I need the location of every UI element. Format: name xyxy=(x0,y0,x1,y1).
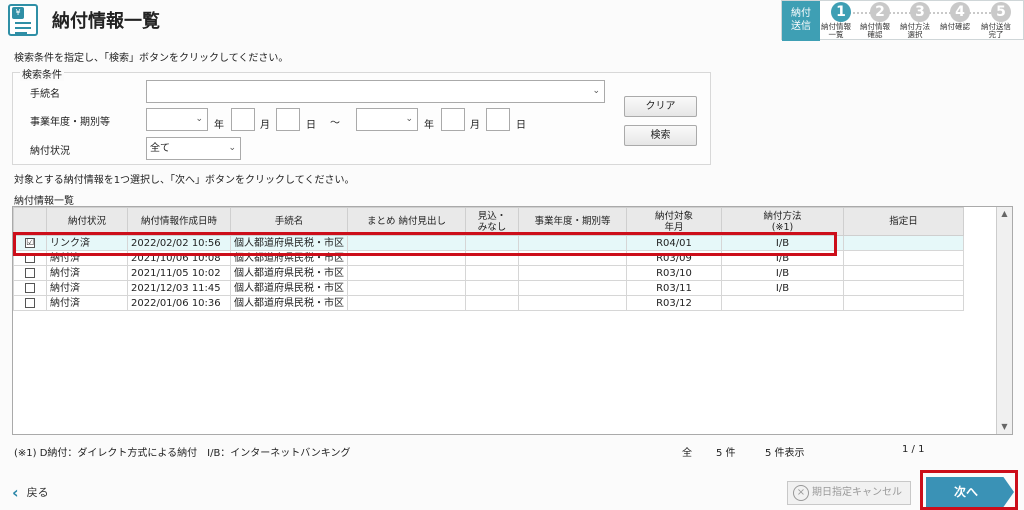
scroll-up-icon[interactable]: ▲ xyxy=(997,207,1012,221)
vertical-scrollbar[interactable]: ▲ ▼ xyxy=(996,207,1012,434)
start-year-input[interactable] xyxy=(231,108,255,131)
step-1: 1 納付情報 一覧 xyxy=(821,2,851,39)
chevron-down-icon: ⌄ xyxy=(405,114,413,124)
col-created[interactable]: 納付情報作成日時 xyxy=(127,207,231,236)
cancel-schedule-button[interactable]: × 期日指定キャンセル xyxy=(787,481,911,505)
col-date[interactable]: 指定日 xyxy=(843,207,964,236)
payment-table: 納付状況 納付情報作成日時 手続名 まとめ 納付見出し 見込・ みなし 事業年度… xyxy=(12,206,1013,435)
row-checkbox[interactable] xyxy=(25,267,35,278)
start-month-input[interactable] xyxy=(276,108,300,131)
status-label: 納付状況 xyxy=(30,146,70,157)
table-row[interactable]: 納付済 2022/01/06 10:36 個人都道府県民税・市区 R03/12 xyxy=(13,295,964,311)
col-period[interactable]: 事業年度・期別等 xyxy=(518,207,627,236)
row-checkbox[interactable] xyxy=(25,297,35,308)
page-indicator: 1 / 1 xyxy=(902,444,925,455)
table-header-row: 納付状況 納付情報作成日時 手続名 まとめ 納付見出し 見込・ みなし 事業年度… xyxy=(13,207,964,236)
chevron-down-icon: ⌄ xyxy=(228,143,236,153)
step-indicator: 納付 送信 1 納付情報 一覧 2 納付情報 確認 3 納付方法 選択 4 納付確… xyxy=(781,0,1024,41)
scroll-down-icon[interactable]: ▼ xyxy=(997,420,1012,434)
end-year-input[interactable] xyxy=(441,108,465,131)
method-footnote: (※1) D納付：ダイレクト方式による納付 I/B：インターネットバンキング xyxy=(14,448,351,459)
col-status[interactable]: 納付状況 xyxy=(46,207,128,236)
chevron-down-icon: ⌄ xyxy=(592,86,600,96)
search-button[interactable]: 検索 xyxy=(624,125,697,146)
end-era-select[interactable]: ⌄ xyxy=(356,108,418,131)
row-checkbox[interactable]: ☑ xyxy=(25,237,35,248)
clear-button[interactable]: クリア xyxy=(624,96,697,117)
total-count: 5 件 xyxy=(716,448,736,459)
current-phase-label: 納付 送信 xyxy=(782,1,820,41)
table-row[interactable]: ☑ リンク済 2022/02/02 10:56 個人都道府県民税・市区 R04/… xyxy=(13,235,964,251)
col-method[interactable]: 納付方法 (※1) xyxy=(721,207,844,236)
procedure-select[interactable]: ⌄ xyxy=(146,80,605,103)
list-title: 納付情報一覧 xyxy=(14,196,74,207)
period-label: 事業年度・期別等 xyxy=(30,117,110,128)
total-label: 全 xyxy=(682,448,692,459)
search-legend: 検索条件 xyxy=(20,66,64,81)
display-count: 5 件表示 xyxy=(765,448,805,459)
back-button[interactable]: ‹ 戻る xyxy=(12,483,49,502)
step-5: 5 納付送信 完了 xyxy=(981,2,1011,39)
select-instruction: 対象とする納付情報を1つ選択し、「次へ」ボタンをクリックしてください。 xyxy=(14,175,355,186)
col-summary[interactable]: まとめ 納付見出し xyxy=(347,207,466,236)
end-month-input[interactable] xyxy=(486,108,510,131)
col-estimate[interactable]: 見込・ みなし xyxy=(465,207,519,236)
page-title: 納付情報一覧 xyxy=(52,11,160,32)
status-select[interactable]: 全て ⌄ xyxy=(146,137,241,160)
col-procedure[interactable]: 手続名 xyxy=(230,207,348,236)
row-checkbox[interactable] xyxy=(25,282,35,293)
step-4: 4 納付確認 xyxy=(940,2,970,31)
table-row[interactable]: 納付済 2021/10/06 10:08 個人都道府県民税・市区 R03/09 … xyxy=(13,250,964,266)
col-target[interactable]: 納付対象 年月 xyxy=(626,207,722,236)
step-2: 2 納付情報 確認 xyxy=(860,2,890,39)
next-button[interactable]: 次へ xyxy=(926,477,1014,507)
procedure-label: 手続名 xyxy=(30,89,60,100)
table-row[interactable]: 納付済 2021/11/05 10:02 個人都道府県民税・市区 R03/10 … xyxy=(13,265,964,281)
table-row[interactable]: 納付済 2021/12/03 11:45 個人都道府県民税・市区 R03/11 … xyxy=(13,280,964,296)
chevron-down-icon: ⌄ xyxy=(195,114,203,124)
chevron-left-icon: ‹ xyxy=(12,483,19,502)
start-era-select[interactable]: ⌄ xyxy=(146,108,208,131)
search-instruction: 検索条件を指定し、「検索」ボタンをクリックしてください。 xyxy=(14,53,289,64)
yen-document-icon: ¥ xyxy=(8,4,38,36)
row-checkbox[interactable] xyxy=(25,252,35,263)
close-circle-icon: × xyxy=(793,485,809,501)
step-3: 3 納付方法 選択 xyxy=(900,2,930,39)
